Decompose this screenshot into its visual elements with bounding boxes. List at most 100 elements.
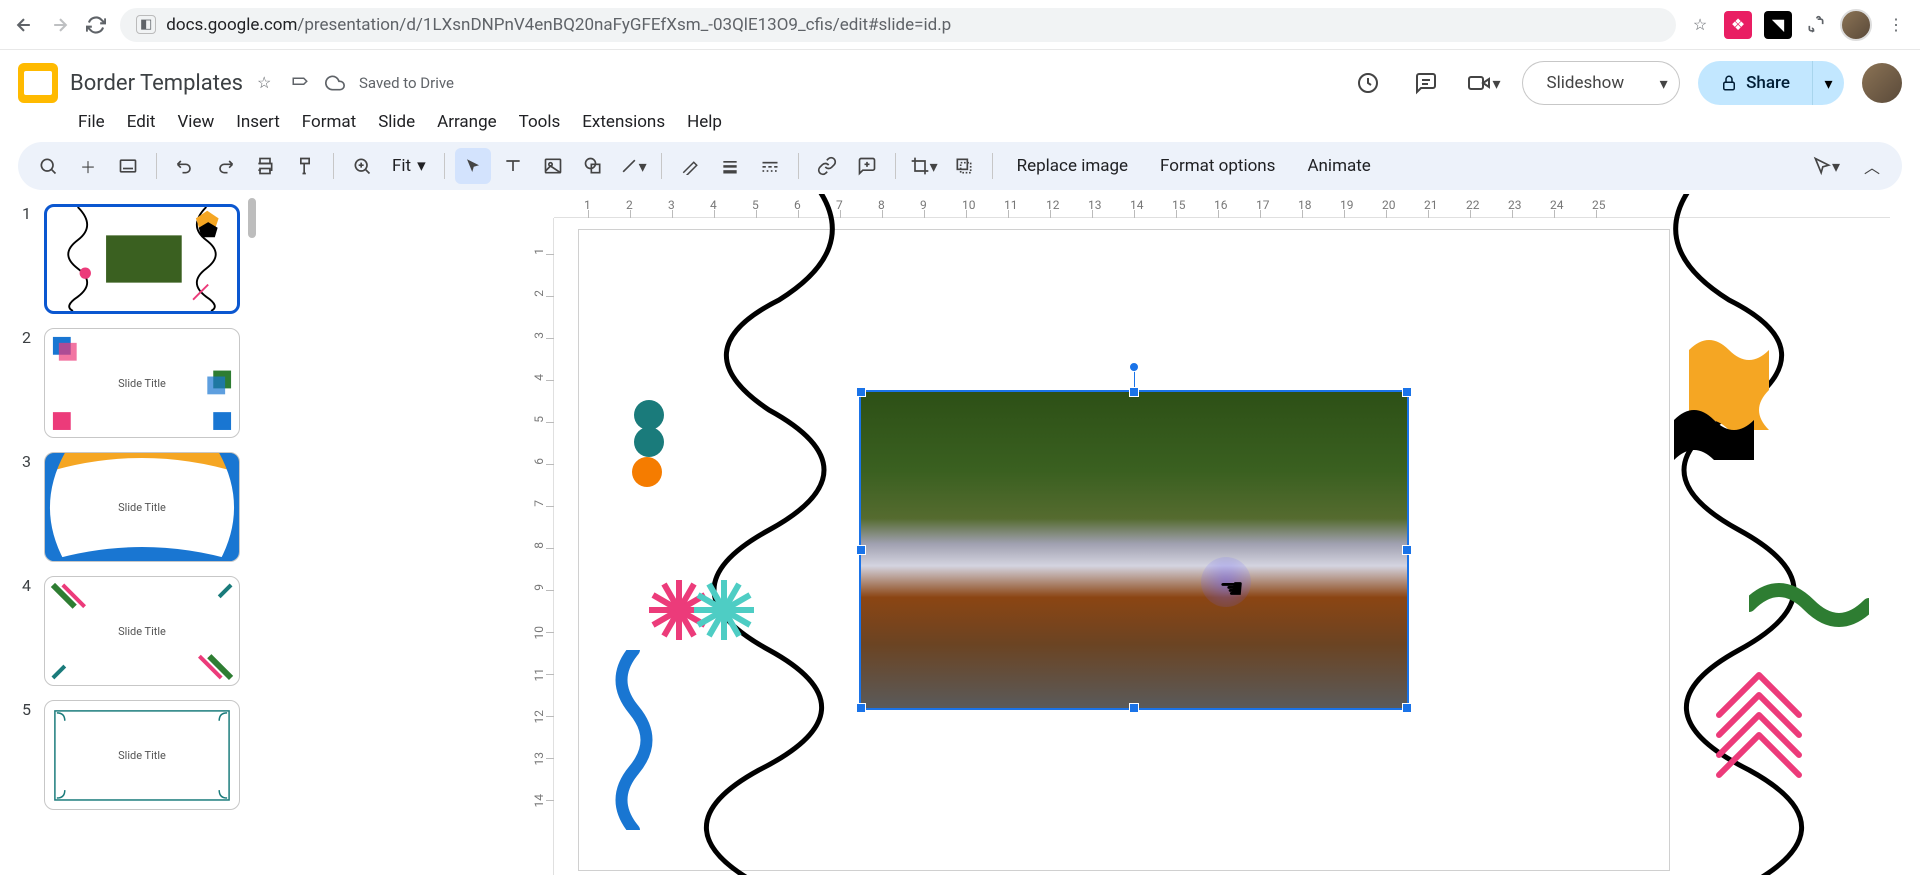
resize-handle-se[interactable] [1402, 703, 1412, 713]
slides-logo-icon[interactable] [18, 63, 58, 103]
format-options-button[interactable]: Format options [1146, 148, 1289, 184]
menu-bar: File Edit View Insert Format Slide Arran… [0, 108, 1920, 142]
crop-icon[interactable]: ▾ [906, 148, 942, 184]
share-dropdown[interactable]: ▾ [1812, 61, 1844, 105]
thumb-num: 2 [22, 328, 36, 347]
zoom-level[interactable]: Fit▾ [384, 148, 434, 184]
resize-handle-w[interactable] [856, 545, 866, 555]
border-color-icon[interactable] [672, 148, 708, 184]
resize-handle-nw[interactable] [856, 387, 866, 397]
chrome-avatar[interactable] [1840, 9, 1872, 41]
textbox-icon[interactable] [495, 148, 531, 184]
filmstrip[interactable]: 1 2 Slide Title 3 Slide Title 4 Slide Ti [0, 194, 260, 875]
forward-icon[interactable] [48, 13, 72, 37]
comment-icon[interactable] [1406, 63, 1446, 103]
resize-handle-s[interactable] [1129, 703, 1139, 713]
browser-bar: ◧ docs.google.com/presentation/d/1LXsnDN… [0, 0, 1920, 50]
replace-image-button[interactable]: Replace image [1003, 148, 1142, 184]
slide-canvas[interactable]: ☚ [579, 230, 1669, 870]
extension-pocket-icon[interactable]: ◥ [1764, 11, 1792, 39]
filmstrip-scrollbar[interactable] [248, 198, 256, 238]
green-wave[interactable] [1749, 580, 1869, 630]
thumb-title: Slide Title [45, 625, 239, 638]
move-icon[interactable] [291, 73, 311, 93]
kebab-icon[interactable]: ⋮ [1884, 13, 1908, 37]
image-icon[interactable] [535, 148, 571, 184]
selected-image[interactable]: ☚ [859, 390, 1409, 710]
zoom-icon[interactable] [344, 148, 380, 184]
slide-thumbnail-1[interactable] [44, 204, 240, 314]
menu-tools[interactable]: Tools [519, 112, 561, 132]
search-menus-icon[interactable] [30, 148, 66, 184]
resize-handle-e[interactable] [1402, 545, 1412, 555]
vertical-ruler: 1234567891011121314 [530, 218, 554, 875]
star-icon[interactable]: ☆ [1688, 13, 1712, 37]
photo-content [861, 392, 1407, 708]
url-path: /presentation/d/1LXsnDNPnV4enBQ20naFyGFE… [297, 15, 951, 35]
url-bar[interactable]: ◧ docs.google.com/presentation/d/1LXsnDN… [120, 8, 1676, 42]
extension-loom-icon[interactable]: ❖ [1724, 11, 1752, 39]
site-info-icon[interactable]: ◧ [136, 15, 156, 34]
pointer-mode-icon[interactable]: ▾ [1808, 148, 1844, 184]
canvas-area[interactable]: 1234567891011121314151617181920212223242… [260, 194, 1920, 875]
print-icon[interactable] [247, 148, 283, 184]
save-status: Saved to Drive [359, 74, 454, 92]
resize-handle-ne[interactable] [1402, 387, 1412, 397]
slideshow-dropdown[interactable]: ▾ [1648, 61, 1680, 105]
toolbar: ＋ Fit▾ ▾ ▾ Replace image Format options … [18, 142, 1902, 190]
puzzle-icon[interactable] [1804, 13, 1828, 37]
horizontal-ruler: 1234567891011121314151617181920212223242… [554, 194, 1890, 218]
add-comment-icon[interactable] [849, 148, 885, 184]
mask-icon[interactable] [946, 148, 982, 184]
reload-icon[interactable] [84, 13, 108, 37]
select-tool-icon[interactable] [455, 148, 491, 184]
collapse-toolbar-icon[interactable]: ︿ [1854, 148, 1890, 184]
slide-thumbnail-5[interactable]: Slide Title [44, 700, 240, 810]
starburst-shape[interactable] [649, 570, 769, 650]
slideshow-button[interactable]: Slideshow [1522, 61, 1649, 105]
animate-button[interactable]: Animate [1293, 148, 1384, 184]
menu-view[interactable]: View [177, 112, 214, 132]
menu-file[interactable]: File [78, 112, 105, 132]
cloud-icon[interactable] [325, 73, 345, 93]
menu-format[interactable]: Format [302, 112, 356, 132]
thumb-title: Slide Title [45, 377, 239, 390]
doc-title[interactable]: Border Templates [70, 71, 243, 96]
border-weight-icon[interactable] [712, 148, 748, 184]
menu-arrange[interactable]: Arrange [437, 112, 496, 132]
slide-thumbnail-4[interactable]: Slide Title [44, 576, 240, 686]
menu-slide[interactable]: Slide [378, 112, 415, 132]
border-dash-icon[interactable] [752, 148, 788, 184]
rotate-handle[interactable] [1129, 362, 1139, 372]
account-avatar[interactable] [1862, 63, 1902, 103]
undo-icon[interactable] [167, 148, 203, 184]
line-icon[interactable]: ▾ [615, 148, 651, 184]
layout-icon[interactable] [110, 148, 146, 184]
blue-squiggle[interactable] [609, 650, 659, 830]
star-doc-icon[interactable]: ☆ [257, 73, 277, 93]
redo-icon[interactable] [207, 148, 243, 184]
menu-insert[interactable]: Insert [236, 112, 280, 132]
share-button[interactable]: Share [1698, 61, 1812, 105]
shape-icon[interactable] [575, 148, 611, 184]
resize-handle-n[interactable] [1129, 387, 1139, 397]
thumb-num: 1 [22, 204, 36, 223]
menu-help[interactable]: Help [687, 112, 722, 132]
pink-chevrons[interactable] [1709, 670, 1809, 780]
title-row: Border Templates ☆ Saved to Drive ▾ Slid… [0, 50, 1920, 108]
paint-format-icon[interactable] [287, 148, 323, 184]
link-icon[interactable] [809, 148, 845, 184]
slide-thumbnail-3[interactable]: Slide Title [44, 452, 240, 562]
history-icon[interactable] [1348, 63, 1388, 103]
slide-thumbnail-2[interactable]: Slide Title [44, 328, 240, 438]
thumb-num: 5 [22, 700, 36, 719]
menu-edit[interactable]: Edit [127, 112, 156, 132]
meet-icon[interactable]: ▾ [1464, 63, 1504, 103]
back-icon[interactable] [12, 13, 36, 37]
new-slide-icon[interactable]: ＋ [70, 148, 106, 184]
puzzle-shape[interactable] [1669, 330, 1789, 460]
thumb-row: 3 Slide Title [22, 452, 246, 562]
dots-shape[interactable] [629, 400, 669, 490]
menu-extensions[interactable]: Extensions [582, 112, 665, 132]
resize-handle-sw[interactable] [856, 703, 866, 713]
